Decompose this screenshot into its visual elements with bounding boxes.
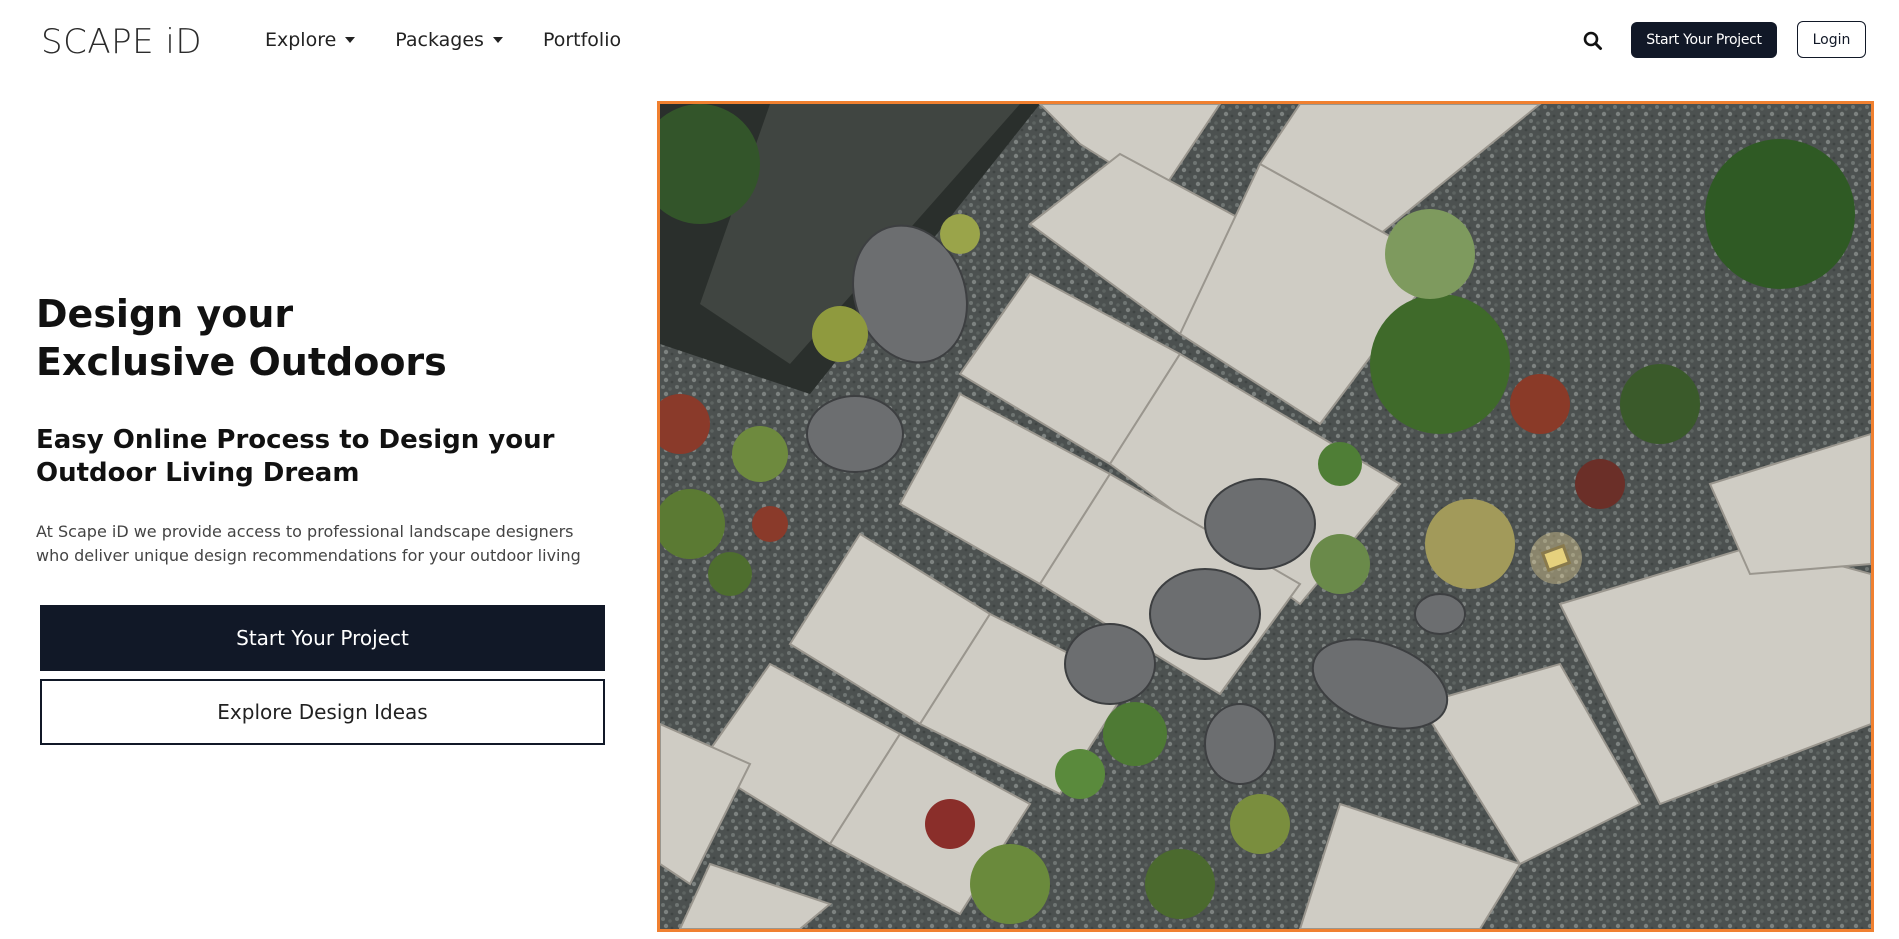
menu-packages-label: Packages [395, 29, 484, 51]
menu-portfolio[interactable]: Portfolio [543, 29, 621, 51]
main-menu: Explore Packages Portfolio [265, 29, 661, 51]
menu-portfolio-label: Portfolio [542, 29, 622, 51]
logo[interactable]: SCAPE iD [41, 22, 202, 62]
headline-line-2: Exclusive Outdoors [36, 340, 447, 384]
menu-explore[interactable]: Explore [265, 29, 356, 51]
menu-explore-label: Explore [265, 29, 337, 51]
top-navbar: SCAPE iD Explore Packages Portfolio Star… [0, 0, 1899, 84]
subhead-line-1: Easy Online Process to Design your [36, 425, 555, 455]
hero-garden-image [657, 101, 1874, 932]
nav-start-project-button[interactable]: Start Your Project [1631, 22, 1777, 58]
page-title: Design your Exclusive Outdoors [36, 290, 636, 386]
chevron-down-icon [492, 37, 503, 43]
start-project-button[interactable]: Start Your Project [40, 605, 605, 671]
subheading: Easy Online Process to Design your Outdo… [36, 424, 636, 490]
hero-description: At Scape iD we provide access to profess… [36, 522, 581, 565]
subhead-line-2: Outdoor Living Dream [36, 458, 360, 488]
login-button[interactable]: Login [1797, 21, 1866, 58]
chevron-down-icon [345, 37, 356, 43]
menu-packages[interactable]: Packages [395, 29, 503, 51]
search-icon[interactable] [1582, 30, 1604, 52]
headline-line-1: Design your [36, 292, 294, 336]
hero-text: Design your Exclusive Outdoors Easy Onli… [36, 290, 636, 568]
explore-design-ideas-button[interactable]: Explore Design Ideas [40, 679, 605, 745]
